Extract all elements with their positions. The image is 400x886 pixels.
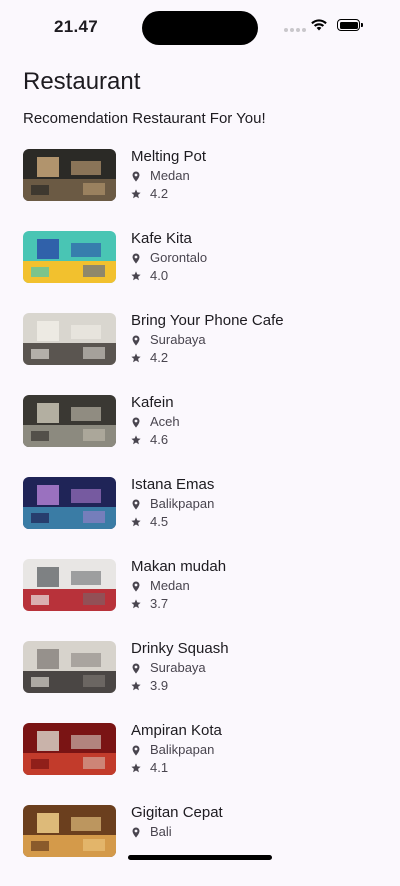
location-pin-icon [131, 252, 141, 264]
restaurant-thumbnail [23, 395, 116, 447]
restaurant-info: Melting Pot Medan 4.2 [131, 148, 206, 203]
restaurant-city: Bali [150, 824, 172, 839]
restaurant-rating-value: 4.2 [150, 350, 169, 365]
restaurant-location: Medan [131, 167, 206, 185]
star-icon [131, 352, 141, 364]
restaurant-info: Bring Your Phone Cafe Surabaya 4.2 [131, 312, 284, 367]
restaurant-list-item[interactable]: Gigitan Cepat Bali [23, 804, 383, 886]
restaurant-rating-value: 3.7 [150, 596, 169, 611]
star-icon [131, 762, 141, 774]
restaurant-info: Gigitan Cepat Bali [131, 804, 223, 841]
restaurant-rating-value: 4.0 [150, 268, 169, 283]
restaurant-info: Ampiran Kota Balikpapan 4.1 [131, 722, 222, 777]
page-title: Restaurant [23, 68, 141, 95]
restaurant-list-item[interactable]: Kafe Kita Gorontalo 4.0 [23, 230, 383, 312]
restaurant-name: Kafein [131, 394, 174, 411]
status-time: 21.47 [54, 17, 99, 36]
restaurant-thumbnail [23, 641, 116, 693]
location-pin-icon [131, 662, 141, 674]
restaurant-rating: 4.5 [131, 513, 214, 531]
star-icon [131, 270, 141, 282]
restaurant-rating: 4.1 [131, 759, 222, 777]
restaurant-city: Gorontalo [150, 250, 208, 265]
restaurant-name: Ampiran Kota [131, 722, 222, 739]
restaurant-info: Istana Emas Balikpapan 4.5 [131, 476, 214, 531]
restaurant-info: Drinky Squash Surabaya 3.9 [131, 640, 229, 695]
restaurant-rating-value: 4.2 [150, 186, 169, 201]
restaurant-location: Balikpapan [131, 495, 214, 513]
page-subtitle: Recomendation Restaurant For You! [23, 110, 266, 127]
restaurant-thumbnail [23, 723, 116, 775]
restaurant-name: Gigitan Cepat [131, 804, 223, 821]
restaurant-name: Kafe Kita [131, 230, 192, 247]
restaurant-location: Medan [131, 577, 226, 595]
restaurant-info: Kafe Kita Gorontalo 4.0 [131, 230, 207, 285]
restaurant-list-item[interactable]: Makan mudah Medan 3.7 [23, 558, 383, 640]
restaurant-list-item[interactable]: Kafein Aceh 4.6 [23, 394, 383, 476]
restaurant-rating: 4.0 [131, 267, 207, 285]
restaurant-rating-value: 3.9 [150, 678, 169, 693]
cellular-signal-icon [284, 28, 306, 32]
restaurant-thumbnail [23, 149, 116, 201]
restaurant-location: Balikpapan [131, 741, 222, 759]
location-pin-icon [131, 744, 141, 756]
location-pin-icon [131, 334, 141, 346]
restaurant-rating-value: 4.6 [150, 432, 169, 447]
restaurant-list: Melting Pot Medan 4.2 Kafe Kita Gorontalo 4.0… [23, 148, 383, 886]
location-pin-icon [131, 580, 141, 592]
restaurant-rating-value: 4.5 [150, 514, 169, 529]
home-indicator[interactable] [128, 855, 272, 860]
battery-icon [337, 19, 360, 31]
restaurant-city: Balikpapan [150, 742, 215, 757]
location-pin-icon [131, 498, 141, 510]
status-bar: 21.47 [0, 0, 400, 54]
restaurant-thumbnail [23, 559, 116, 611]
star-icon [131, 598, 141, 610]
restaurant-city: Balikpapan [150, 496, 215, 511]
restaurant-thumbnail [23, 477, 116, 529]
restaurant-rating-value: 4.1 [150, 760, 169, 775]
restaurant-list-item[interactable]: Ampiran Kota Balikpapan 4.1 [23, 722, 383, 804]
restaurant-rating: 3.9 [131, 677, 229, 695]
restaurant-name: Drinky Squash [131, 640, 229, 657]
restaurant-thumbnail [23, 231, 116, 283]
location-pin-icon [131, 416, 141, 428]
dynamic-island [142, 11, 258, 45]
restaurant-rating: 4.6 [131, 431, 180, 449]
restaurant-name: Melting Pot [131, 148, 207, 165]
location-pin-icon [131, 826, 141, 838]
restaurant-city: Surabaya [150, 660, 206, 675]
battery-cap [361, 23, 363, 27]
restaurant-location: Bali [131, 823, 223, 841]
star-icon [131, 434, 141, 446]
star-icon [131, 188, 141, 200]
restaurant-location: Aceh [131, 413, 180, 431]
restaurant-thumbnail [23, 805, 116, 857]
location-pin-icon [131, 170, 141, 182]
restaurant-rating: 4.2 [131, 185, 206, 203]
restaurant-location: Gorontalo [131, 249, 207, 267]
restaurant-rating: 4.2 [131, 349, 284, 367]
restaurant-thumbnail [23, 313, 116, 365]
restaurant-location: Surabaya [131, 331, 284, 349]
restaurant-list-item[interactable]: Istana Emas Balikpapan 4.5 [23, 476, 383, 558]
restaurant-rating: 3.7 [131, 595, 226, 613]
restaurant-name: Bring Your Phone Cafe [131, 312, 284, 329]
restaurant-city: Medan [150, 578, 190, 593]
restaurant-info: Makan mudah Medan 3.7 [131, 558, 226, 613]
star-icon [131, 680, 141, 692]
restaurant-city: Medan [150, 168, 190, 183]
restaurant-list-item[interactable]: Melting Pot Medan 4.2 [23, 148, 383, 230]
restaurant-info: Kafein Aceh 4.6 [131, 394, 180, 449]
restaurant-location: Surabaya [131, 659, 229, 677]
restaurant-city: Aceh [150, 414, 180, 429]
star-icon [131, 516, 141, 528]
restaurant-list-item[interactable]: Bring Your Phone Cafe Surabaya 4.2 [23, 312, 383, 394]
restaurant-list-item[interactable]: Drinky Squash Surabaya 3.9 [23, 640, 383, 722]
restaurant-city: Surabaya [150, 332, 206, 347]
restaurant-name: Makan mudah [131, 558, 227, 575]
restaurant-name: Istana Emas [131, 476, 215, 493]
wifi-icon [310, 18, 328, 36]
